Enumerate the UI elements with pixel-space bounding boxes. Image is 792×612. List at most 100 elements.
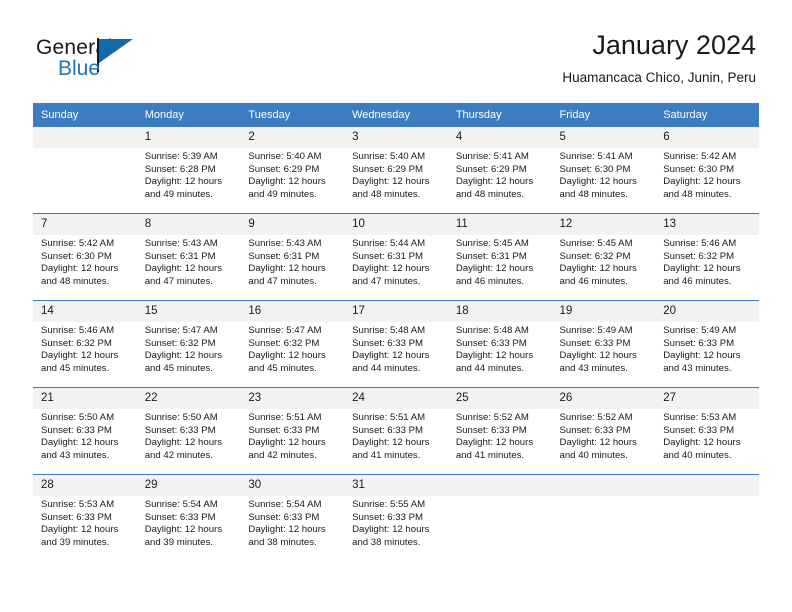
daylight-text-line2: and 44 minutes. — [352, 362, 421, 374]
calendar-day-cell[interactable]: 29 Sunrise: 5:54 AM Sunset: 6:33 PM Dayl… — [136, 474, 241, 561]
sunset-text: Sunset: 6:33 PM — [352, 511, 424, 523]
sunrise-text: Sunrise: 5:43 AM — [144, 238, 218, 249]
sunrise-text: Sunrise: 5:48 AM — [455, 325, 529, 336]
day-number: 23 — [240, 388, 345, 409]
calendar-day-cell[interactable]: 27 Sunrise: 5:53 AM Sunset: 6:33 PM Dayl… — [655, 387, 759, 475]
calendar-week-row: 7 Sunrise: 5:42 AM Sunset: 6:30 PM Dayli… — [33, 213, 759, 301]
daylight-text-line1: Daylight: 12 hours — [352, 263, 430, 275]
calendar-day-cell[interactable]: 19 Sunrise: 5:49 AM Sunset: 6:33 PM Dayl… — [551, 300, 656, 388]
sunrise-text: Sunrise: 5:41 AM — [455, 151, 529, 162]
calendar-day-cell[interactable]: 23 Sunrise: 5:51 AM Sunset: 6:33 PM Dayl… — [240, 387, 345, 475]
sunset-text: Sunset: 6:32 PM — [559, 250, 631, 262]
calendar-day-cell[interactable]: 25 Sunrise: 5:52 AM Sunset: 6:33 PM Dayl… — [447, 387, 552, 475]
calendar-day-cell[interactable]: 5 Sunrise: 5:41 AM Sunset: 6:30 PM Dayli… — [551, 126, 656, 214]
calendar-day-cell[interactable]: 31 Sunrise: 5:55 AM Sunset: 6:33 PM Dayl… — [344, 474, 448, 561]
calendar-day-cell[interactable] — [551, 474, 656, 561]
calendar-day-cell[interactable]: 2 Sunrise: 5:40 AM Sunset: 6:29 PM Dayli… — [240, 126, 345, 214]
calendar-day-cell[interactable]: 17 Sunrise: 5:48 AM Sunset: 6:33 PM Dayl… — [344, 300, 448, 388]
calendar-day-cell[interactable]: 8 Sunrise: 5:43 AM Sunset: 6:31 PM Dayli… — [136, 213, 241, 301]
day-number: 4 — [447, 127, 552, 148]
daylight-text-line2: and 45 minutes. — [248, 362, 317, 374]
sunset-text: Sunset: 6:32 PM — [248, 337, 320, 349]
daylight-text-line2: and 48 minutes. — [352, 188, 421, 200]
day-info: Sunrise: 5:43 AM Sunset: 6:31 PM Dayligh… — [137, 235, 241, 288]
page-title: January 2024 — [592, 30, 756, 60]
day-info: Sunrise: 5:45 AM Sunset: 6:31 PM Dayligh… — [448, 235, 552, 288]
day-number: 13 — [655, 214, 759, 235]
daylight-text-line1: Daylight: 12 hours — [248, 437, 326, 449]
calendar-day-cell[interactable]: 13 Sunrise: 5:46 AM Sunset: 6:32 PM Dayl… — [655, 213, 759, 301]
sunset-text: Sunset: 6:33 PM — [144, 424, 216, 436]
day-info: Sunrise: 5:53 AM Sunset: 6:33 PM Dayligh… — [655, 409, 759, 462]
weekday-header-wednesday: Wednesday — [344, 103, 448, 127]
day-number: 16 — [240, 301, 345, 322]
calendar-day-cell[interactable]: 18 Sunrise: 5:48 AM Sunset: 6:33 PM Dayl… — [447, 300, 552, 388]
calendar-day-cell[interactable]: 21 Sunrise: 5:50 AM Sunset: 6:33 PM Dayl… — [33, 387, 137, 475]
calendar-day-cell[interactable] — [447, 474, 552, 561]
calendar-day-cell[interactable]: 20 Sunrise: 5:49 AM Sunset: 6:33 PM Dayl… — [655, 300, 759, 388]
sunrise-text: Sunrise: 5:51 AM — [352, 412, 426, 423]
calendar-day-cell[interactable]: 26 Sunrise: 5:52 AM Sunset: 6:33 PM Dayl… — [551, 387, 656, 475]
daylight-text-line1: Daylight: 12 hours — [41, 350, 119, 362]
day-number: 25 — [447, 388, 552, 409]
daylight-text-line1: Daylight: 12 hours — [41, 437, 119, 449]
calendar-day-cell[interactable]: 15 Sunrise: 5:47 AM Sunset: 6:32 PM Dayl… — [136, 300, 241, 388]
general-blue-logo[interactable]: General Blue — [36, 36, 166, 86]
calendar-day-cell[interactable]: 3 Sunrise: 5:40 AM Sunset: 6:29 PM Dayli… — [344, 126, 448, 214]
sunrise-text: Sunrise: 5:49 AM — [559, 325, 633, 336]
sunrise-text: Sunrise: 5:39 AM — [144, 151, 218, 162]
sunrise-text: Sunrise: 5:52 AM — [455, 412, 529, 423]
calendar-day-cell[interactable]: 14 Sunrise: 5:46 AM Sunset: 6:32 PM Dayl… — [33, 300, 137, 388]
day-number: 28 — [33, 475, 137, 496]
day-number — [447, 475, 552, 496]
calendar-day-cell[interactable]: 16 Sunrise: 5:47 AM Sunset: 6:32 PM Dayl… — [240, 300, 345, 388]
calendar-day-cell[interactable]: 28 Sunrise: 5:53 AM Sunset: 6:33 PM Dayl… — [33, 474, 137, 561]
day-number: 29 — [136, 475, 241, 496]
calendar-day-cell[interactable]: 10 Sunrise: 5:44 AM Sunset: 6:31 PM Dayl… — [344, 213, 448, 301]
daylight-text-line1: Daylight: 12 hours — [663, 263, 741, 275]
calendar-day-cell[interactable]: 24 Sunrise: 5:51 AM Sunset: 6:33 PM Dayl… — [344, 387, 448, 475]
daylight-text-line2: and 42 minutes. — [248, 449, 317, 461]
calendar-day-cell[interactable] — [655, 474, 759, 561]
day-info: Sunrise: 5:41 AM Sunset: 6:30 PM Dayligh… — [552, 148, 656, 201]
calendar-day-cell[interactable]: 4 Sunrise: 5:41 AM Sunset: 6:29 PM Dayli… — [447, 126, 552, 214]
daylight-text-line1: Daylight: 12 hours — [144, 263, 223, 275]
calendar-day-cell[interactable]: 1 Sunrise: 5:39 AM Sunset: 6:28 PM Dayli… — [136, 126, 241, 214]
sunset-text: Sunset: 6:32 PM — [663, 250, 735, 262]
day-number: 14 — [33, 301, 137, 322]
calendar-day-cell[interactable]: 30 Sunrise: 5:54 AM Sunset: 6:33 PM Dayl… — [240, 474, 345, 561]
day-info: Sunrise: 5:55 AM Sunset: 6:33 PM Dayligh… — [344, 496, 448, 549]
sunset-text: Sunset: 6:29 PM — [352, 163, 424, 175]
sunset-text: Sunset: 6:30 PM — [41, 250, 112, 262]
calendar-week-row: 14 Sunrise: 5:46 AM Sunset: 6:32 PM Dayl… — [33, 300, 759, 388]
calendar-day-cell[interactable] — [33, 126, 137, 214]
day-number: 9 — [240, 214, 345, 235]
day-info: Sunrise: 5:39 AM Sunset: 6:28 PM Dayligh… — [137, 148, 241, 201]
sunrise-text: Sunrise: 5:53 AM — [663, 412, 737, 423]
calendar-day-cell[interactable]: 22 Sunrise: 5:50 AM Sunset: 6:33 PM Dayl… — [136, 387, 241, 475]
sunrise-text: Sunrise: 5:44 AM — [352, 238, 426, 249]
daylight-text-line2: and 39 minutes. — [144, 536, 213, 548]
sunrise-text: Sunrise: 5:50 AM — [41, 412, 115, 423]
sunrise-text: Sunrise: 5:49 AM — [663, 325, 737, 336]
daylight-text-line1: Daylight: 12 hours — [455, 263, 534, 275]
calendar-day-cell[interactable]: 9 Sunrise: 5:43 AM Sunset: 6:31 PM Dayli… — [240, 213, 345, 301]
daylight-text-line2: and 48 minutes. — [559, 188, 628, 200]
day-number: 24 — [344, 388, 448, 409]
daylight-text-line1: Daylight: 12 hours — [559, 176, 637, 188]
weekday-header-thursday: Thursday — [447, 103, 552, 127]
calendar-week-row: 1 Sunrise: 5:39 AM Sunset: 6:28 PM Dayli… — [33, 126, 759, 214]
day-info: Sunrise: 5:49 AM Sunset: 6:33 PM Dayligh… — [655, 322, 759, 375]
sunset-text: Sunset: 6:29 PM — [248, 163, 320, 175]
calendar-day-cell[interactable]: 11 Sunrise: 5:45 AM Sunset: 6:31 PM Dayl… — [447, 213, 552, 301]
calendar-day-cell[interactable]: 7 Sunrise: 5:42 AM Sunset: 6:30 PM Dayli… — [33, 213, 137, 301]
daylight-text-line1: Daylight: 12 hours — [455, 176, 534, 188]
sunrise-text: Sunrise: 5:53 AM — [41, 499, 115, 510]
day-number: 17 — [344, 301, 448, 322]
day-number: 22 — [136, 388, 241, 409]
day-info: Sunrise: 5:40 AM Sunset: 6:29 PM Dayligh… — [344, 148, 448, 201]
sunrise-text: Sunrise: 5:52 AM — [559, 412, 633, 423]
calendar-day-cell[interactable]: 6 Sunrise: 5:42 AM Sunset: 6:30 PM Dayli… — [655, 126, 759, 214]
calendar-day-cell[interactable]: 12 Sunrise: 5:45 AM Sunset: 6:32 PM Dayl… — [551, 213, 656, 301]
daylight-text-line2: and 42 minutes. — [144, 449, 213, 461]
